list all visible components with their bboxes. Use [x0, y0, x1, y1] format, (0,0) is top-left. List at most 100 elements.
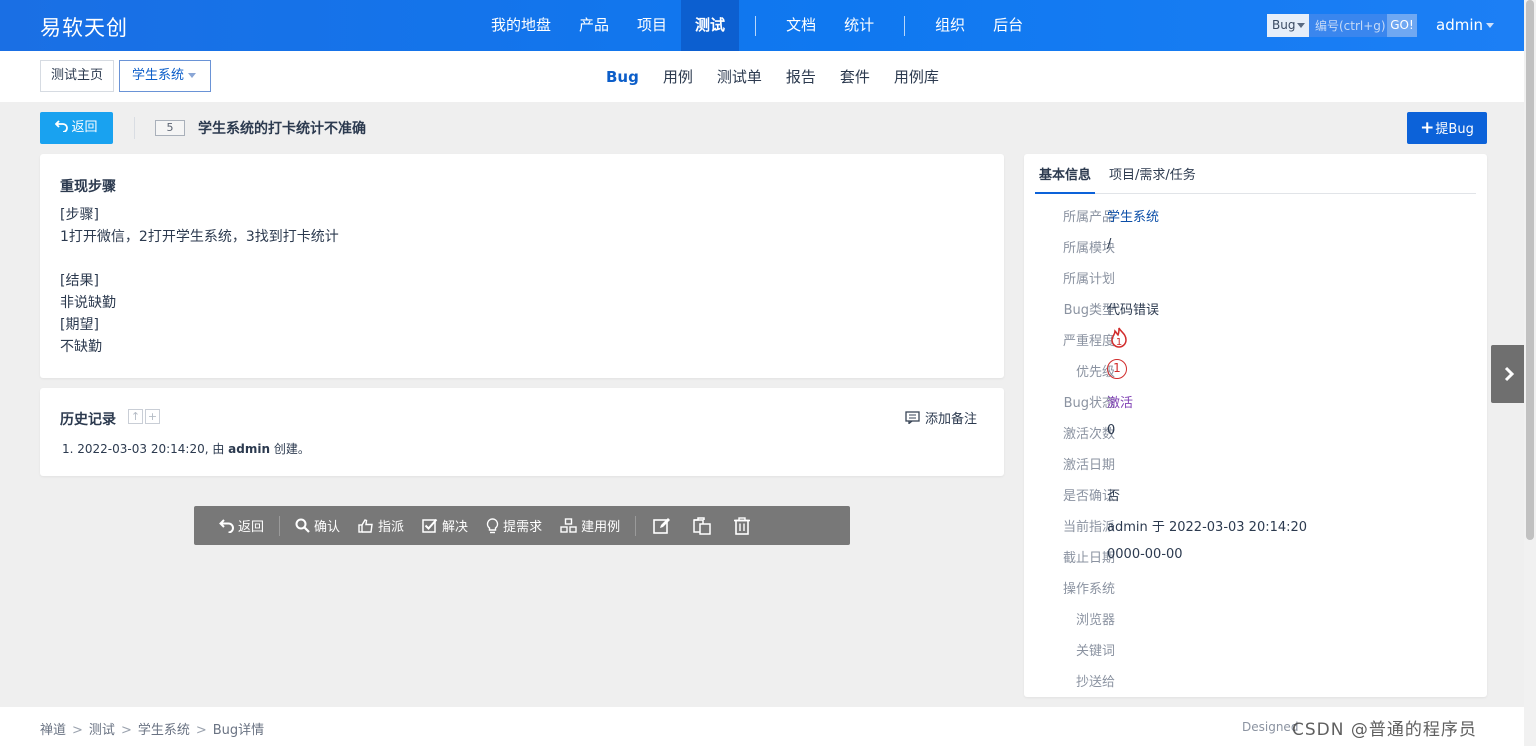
expand-icon[interactable]: + [145, 409, 160, 424]
nav-report[interactable]: 统计 [830, 0, 888, 51]
info-row-priority: 优先级 1 [1024, 354, 1487, 385]
side-panel-toggle[interactable] [1491, 345, 1527, 403]
chevron-down-icon [1297, 23, 1305, 28]
undo-icon [55, 120, 69, 133]
chevron-right-icon [1504, 366, 1515, 382]
tab-basic-info[interactable]: 基本信息 [1035, 158, 1096, 194]
tab-caselib[interactable]: 用例库 [882, 66, 951, 87]
back-button[interactable]: 返回 [40, 112, 113, 144]
brand-logo[interactable]: 易软天创 [40, 12, 128, 42]
info-row-activated-date: 激活日期 [1062, 458, 1115, 473]
breadcrumb-test-home[interactable]: 测试主页 [40, 60, 115, 92]
chevron-down-icon [188, 73, 197, 78]
info-row-activated-count: 激活次数 0 [1062, 423, 1116, 442]
product-name: 学生系统 [132, 68, 185, 83]
steps-body: [步骤] 1打开微信，2打开学生系统，3找到打卡统计 [结果] 非说缺勤 [期望… [60, 204, 339, 358]
info-row-keywords: 关键词 [1075, 644, 1115, 659]
action-create-case-button[interactable]: 建用例 [551, 506, 629, 545]
action-divider [279, 515, 281, 536]
info-row-assigned: 当前指派 admin 于 2022-03-03 20:14:20 [1062, 520, 1308, 535]
steps-line: [期望] [60, 317, 99, 333]
csdn-watermark: CSDN @普通的程序员 [1292, 720, 1477, 740]
footer-breadcrumb: 禅道 > 测试 > 学生系统 > Bug详情 [40, 719, 264, 738]
search-icon [295, 518, 310, 533]
edit-button[interactable] [642, 506, 682, 545]
comment-icon [905, 411, 920, 424]
info-row-os: 操作系统 [1062, 582, 1115, 597]
product-link[interactable]: 学生系统 [1107, 206, 1159, 225]
tab-case[interactable]: 用例 [651, 66, 705, 87]
severity-value: 1 [1116, 337, 1122, 348]
user-menu[interactable]: admin [1436, 16, 1494, 34]
action-back-button[interactable]: 返回 [210, 506, 273, 545]
new-bug-button[interactable]: +提Bug [1407, 112, 1487, 144]
info-row-deadline: 截止日期 0000-00-00 [1062, 547, 1183, 566]
main-nav: 我的地盘 产品 项目 测试 文档 统计 组织 后台 [477, 0, 1037, 51]
breadcrumb-arrow: > [195, 723, 207, 738]
info-row-status: Bug状态 激活 [1024, 385, 1487, 416]
action-to-story-button[interactable]: 提需求 [477, 506, 551, 545]
search-go-button[interactable]: GO! [1387, 14, 1417, 37]
search-type-select[interactable]: Bug [1267, 14, 1309, 37]
action-confirm-button[interactable]: 确认 [286, 506, 349, 545]
steps-line: 非说缺勤 [60, 295, 116, 311]
tab-project-story-task[interactable]: 项目/需求/任务 [1105, 158, 1200, 194]
nav-divider [904, 15, 906, 36]
footer-crumb-zentao[interactable]: 禅道 [40, 723, 66, 738]
delete-button[interactable] [722, 506, 762, 545]
copy-icon [693, 516, 711, 535]
steps-title: 重现步骤 [60, 179, 116, 195]
copy-button[interactable] [682, 506, 722, 545]
page-scrollbar[interactable] [1524, 0, 1536, 746]
lightbulb-icon [486, 517, 499, 533]
steps-line: [步骤] [60, 207, 99, 223]
chevron-down-icon [1486, 23, 1494, 28]
sort-up-icon[interactable]: ↑ [128, 409, 143, 424]
scrollbar-thumb[interactable] [1526, 0, 1534, 540]
info-row-module: 所属模块 / [1062, 237, 1115, 256]
nav-product[interactable]: 产品 [565, 0, 623, 51]
steps-line: [结果] [60, 273, 99, 289]
history-controls: ↑ + [128, 409, 160, 424]
severity-badge: 1 [1107, 326, 1131, 354]
flame-icon: 1 [1111, 327, 1127, 348]
thumbs-up-icon [358, 518, 373, 533]
footer-crumb-current: Bug详情 [212, 723, 265, 738]
info-row-browser: 浏览器 [1075, 613, 1115, 628]
toolbar-divider [134, 117, 135, 139]
nav-company[interactable]: 组织 [921, 0, 979, 51]
info-row-confirmed: 是否确认否 [1062, 489, 1121, 504]
top-header: 易软天创 我的地盘 产品 项目 测试 文档 统计 组织 后台 Bug GO! a… [0, 0, 1524, 51]
history-title: 历史记录 [60, 412, 116, 428]
sub-nav: 测试主页 学生系统 Bug 用例 测试单 报告 套件 用例库 [0, 51, 1524, 102]
tab-suite[interactable]: 套件 [828, 66, 882, 87]
info-row-mailto: 抄送给 [1075, 675, 1115, 690]
nav-doc[interactable]: 文档 [772, 0, 830, 51]
nav-project[interactable]: 项目 [623, 0, 681, 51]
checkbox-icon [422, 518, 438, 533]
action-resolve-button[interactable]: 解决 [413, 506, 477, 545]
breadcrumb-arrow: > [120, 723, 132, 738]
footer-crumb-product[interactable]: 学生系统 [138, 723, 190, 738]
steps-line [60, 248, 339, 270]
trash-icon [734, 516, 751, 535]
steps-line: 不缺勤 [60, 339, 102, 355]
tab-report[interactable]: 报告 [774, 66, 828, 87]
footer-crumb-test[interactable]: 测试 [89, 723, 115, 738]
action-assign-button[interactable]: 指派 [349, 506, 413, 545]
steps-line: 1打开微信，2打开学生系统，3找到打卡统计 [60, 229, 339, 245]
info-side-panel: 基本信息 项目/需求/任务 所属产品 学生系统 所属模块 / 所属计划 Bug类型代… [1024, 154, 1487, 697]
search-input[interactable] [1309, 14, 1387, 37]
nav-test[interactable]: 测试 [681, 0, 740, 51]
nav-admin[interactable]: 后台 [979, 0, 1037, 51]
edit-icon [653, 517, 671, 534]
sitemap-icon [560, 518, 577, 533]
user-name: admin [1436, 16, 1483, 34]
tab-testtask[interactable]: 测试单 [705, 66, 774, 87]
nav-my[interactable]: 我的地盘 [477, 0, 565, 51]
tab-bug[interactable]: Bug [594, 68, 651, 86]
product-switcher[interactable]: 学生系统 [119, 60, 212, 92]
add-note-button[interactable]: 添加备注 [905, 408, 977, 427]
action-bar: 返回 确认 指派 解决 提需求 建用例 [194, 506, 850, 545]
bug-title: 学生系统的打卡统计不准确 [198, 121, 366, 137]
